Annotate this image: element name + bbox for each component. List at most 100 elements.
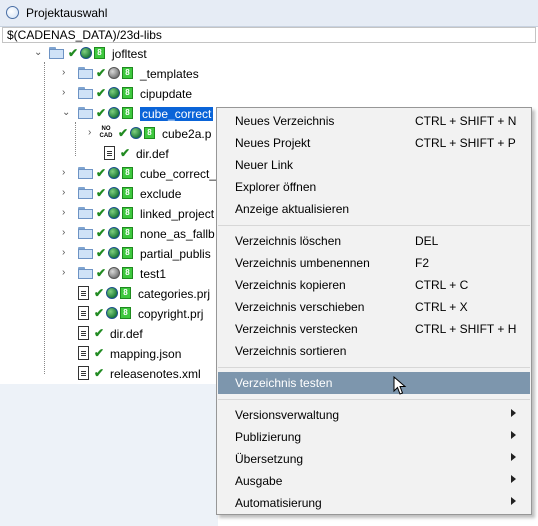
tree-row[interactable]: ✔ 8 copyright.prj xyxy=(62,304,212,324)
tree-row[interactable]: › ✔ 8 partial_publis xyxy=(62,244,212,264)
menu-item-label: Verzeichnis kopieren xyxy=(235,278,346,292)
tree-item-label: partial_publis xyxy=(140,247,211,261)
tree-row[interactable]: › ✔ 8 exclude xyxy=(62,184,212,204)
tree-guide-line xyxy=(44,62,45,374)
expand-arrow-icon[interactable]: › xyxy=(62,188,70,198)
check-icon: ✔ xyxy=(96,226,107,240)
document-icon xyxy=(78,326,89,340)
expand-arrow-icon[interactable]: › xyxy=(62,228,70,238)
path-input[interactable]: $(CADENAS_DATA)/23d-libs xyxy=(2,27,536,43)
menu-item-ausgabe[interactable]: Ausgabe xyxy=(218,470,530,492)
tree-item-label: cube2a.p xyxy=(162,127,212,141)
document-icon xyxy=(78,346,89,360)
tree-root-row[interactable]: ⌄ ✔ 8 jofltest xyxy=(32,44,212,64)
check-icon: ✔ xyxy=(120,146,131,160)
folder-icon xyxy=(78,227,93,239)
status-badge-icon: 8 xyxy=(122,167,133,179)
check-icon: ✔ xyxy=(96,246,107,260)
tree-row[interactable]: ✔ dir.def xyxy=(62,324,212,344)
menu-item-shortcut: CTRL + SHIFT + N xyxy=(415,114,517,128)
menu-item-label: Anzeige aktualisieren xyxy=(235,202,350,216)
menu-item-label: Versionsverwaltung xyxy=(235,408,340,422)
tree-row[interactable]: › ✔ 8 cube_correct_ xyxy=(62,164,216,184)
tree-item-label: exclude xyxy=(140,187,182,201)
check-icon: ✔ xyxy=(118,126,129,140)
tree-item-label: dir.def xyxy=(136,147,169,161)
tree-row[interactable]: ⌄ ✔ 8 cube_correct xyxy=(62,104,214,124)
expand-arrow-icon[interactable]: › xyxy=(62,168,70,178)
submenu-arrow-icon xyxy=(511,409,516,417)
tree-row[interactable]: ✔ dir.def xyxy=(88,144,212,164)
menu-item-shortcut: CTRL + C xyxy=(415,278,469,292)
menu-item-neuer-link[interactable]: Neuer Link xyxy=(218,154,530,176)
status-badge-icon: 8 xyxy=(122,227,133,239)
collapse-arrow-icon[interactable]: ⌄ xyxy=(62,108,70,118)
tree-row[interactable]: ✔ mapping.json xyxy=(62,344,212,364)
globe-icon xyxy=(108,247,120,259)
check-icon: ✔ xyxy=(94,286,105,300)
menu-item-explorer-öffnen[interactable]: Explorer öffnen xyxy=(218,176,530,198)
menu-item-verzeichnis-sortieren[interactable]: Verzeichnis sortieren xyxy=(218,340,530,362)
menu-item-label: Ausgabe xyxy=(235,474,283,488)
menu-item-verzeichnis-kopieren[interactable]: Verzeichnis kopieren CTRL + C xyxy=(218,274,530,296)
menu-item-verzeichnis-verstecken[interactable]: Verzeichnis verstecken CTRL + SHIFT + H xyxy=(218,318,530,340)
tree-item-label: cipupdate xyxy=(140,87,193,101)
tree-row[interactable]: ✔ releasenotes.xml xyxy=(62,364,212,384)
tree-item-label: _templates xyxy=(140,67,199,81)
nocad-icon: NO CAD xyxy=(99,126,113,139)
menu-item-verzeichnis-verschieben[interactable]: Verzeichnis verschieben CTRL + X xyxy=(218,296,530,318)
grey-globe-icon xyxy=(108,67,120,79)
menu-item-label: Neuer Link xyxy=(235,158,294,172)
menu-item-verzeichnis-umbenennen[interactable]: Verzeichnis umbenennen F2 xyxy=(218,252,530,274)
menu-item-label: Verzeichnis löschen xyxy=(235,234,342,248)
tree-item-label: cube_correct xyxy=(140,107,214,121)
tree-row[interactable]: › ✔ 8 none_as_fallb xyxy=(62,224,215,244)
tree-item-label: cube_correct_ xyxy=(140,167,217,181)
menu-item-verzeichnis-testen[interactable]: Verzeichnis testen xyxy=(218,372,530,394)
expand-arrow-icon[interactable]: › xyxy=(62,268,70,278)
menu-separator xyxy=(218,225,530,226)
expand-arrow-icon[interactable]: › xyxy=(62,68,70,78)
expand-arrow-icon[interactable]: › xyxy=(62,208,70,218)
tree-row[interactable]: ✔ 8 categories.prj xyxy=(62,284,212,304)
tree-row[interactable]: › ✔ 8 _templates xyxy=(62,64,212,84)
tree-row[interactable]: › ✔ 8 linked_project xyxy=(62,204,214,224)
status-badge-icon: 8 xyxy=(94,47,105,59)
expand-arrow-icon[interactable]: › xyxy=(62,248,70,258)
document-icon xyxy=(104,146,115,160)
globe-icon xyxy=(108,187,120,199)
menu-item-label: Automatisierung xyxy=(235,496,322,510)
status-badge-icon: 8 xyxy=(120,307,131,319)
expand-arrow-icon[interactable]: › xyxy=(88,128,96,138)
menu-item-shortcut: DEL xyxy=(415,234,439,248)
status-badge-icon: 8 xyxy=(144,127,155,139)
app-icon xyxy=(6,6,19,19)
menu-item-verzeichnis-löschen[interactable]: Verzeichnis löschen DEL xyxy=(218,230,530,252)
menu-item-label: Neues Projekt xyxy=(235,136,311,150)
menu-item-publizierung[interactable]: Publizierung xyxy=(218,426,530,448)
tree-row[interactable]: › ✔ 8 test1 xyxy=(62,264,212,284)
globe-icon xyxy=(80,47,92,59)
menu-item-neues-verzeichnis[interactable]: Neues Verzeichnis CTRL + SHIFT + N xyxy=(218,110,530,132)
expand-arrow-icon[interactable]: › xyxy=(62,88,70,98)
check-icon: ✔ xyxy=(96,206,107,220)
menu-item-neues-projekt[interactable]: Neues Projekt CTRL + SHIFT + P xyxy=(218,132,530,154)
check-icon: ✔ xyxy=(94,346,105,360)
globe-icon xyxy=(108,87,120,99)
context-menu: Neues Verzeichnis CTRL + SHIFT + N Neues P… xyxy=(216,107,532,515)
tree-row[interactable]: › NO CAD ✔ 8 cube2a.p xyxy=(88,124,212,144)
globe-icon xyxy=(108,107,120,119)
menu-item-label: Publizierung xyxy=(235,430,302,444)
tree-empty-area xyxy=(0,384,218,526)
tree-row[interactable]: › ✔ 8 cipupdate xyxy=(62,84,212,104)
globe-icon xyxy=(108,227,120,239)
status-badge-icon: 8 xyxy=(122,207,133,219)
menu-item-übersetzung[interactable]: Übersetzung xyxy=(218,448,530,470)
expand-arrow-icon[interactable]: ⌄ xyxy=(34,48,42,58)
status-badge-icon: 8 xyxy=(122,267,133,279)
menu-item-anzeige-aktualisieren[interactable]: Anzeige aktualisieren xyxy=(218,198,530,220)
window-title: Projektauswahl xyxy=(26,6,108,20)
menu-item-automatisierung[interactable]: Automatisierung xyxy=(218,492,530,514)
menu-item-shortcut: CTRL + SHIFT + P xyxy=(415,136,516,150)
menu-item-versionsverwaltung[interactable]: Versionsverwaltung xyxy=(218,404,530,426)
